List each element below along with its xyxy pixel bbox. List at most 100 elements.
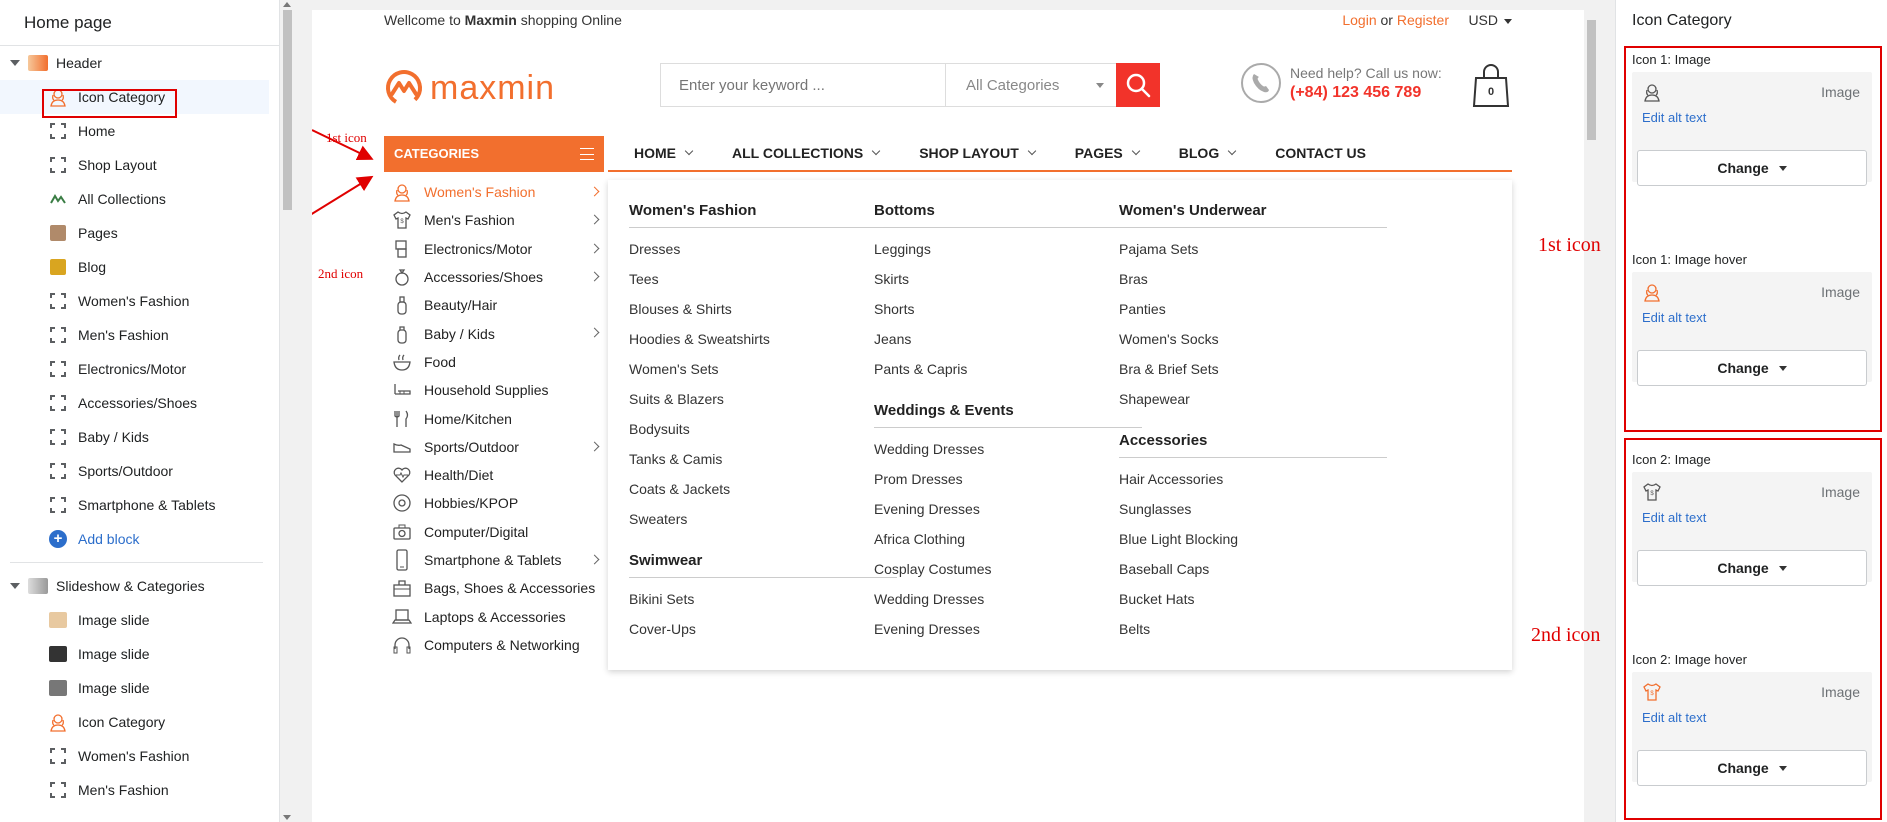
register-link[interactable]: Register bbox=[1397, 12, 1449, 28]
mega-menu-link[interactable]: Cover-Ups bbox=[629, 614, 897, 644]
sidebar-item-women-s-fashion[interactable]: Women's Fashion bbox=[0, 284, 279, 318]
mega-menu-link[interactable]: Evening Dresses bbox=[874, 614, 1142, 644]
mega-menu-link[interactable]: Evening Dresses bbox=[874, 494, 1142, 524]
caret-down-icon[interactable] bbox=[10, 583, 20, 589]
mega-menu-link[interactable]: Dresses bbox=[629, 234, 897, 264]
category-item[interactable]: Household Supplies bbox=[384, 376, 608, 404]
mega-menu-heading[interactable]: Women's Underwear bbox=[1119, 202, 1387, 228]
edit-alt-text-link[interactable]: Edit alt text bbox=[1642, 110, 1706, 125]
mega-menu-link[interactable]: Panties bbox=[1119, 294, 1387, 324]
mega-menu-link[interactable]: Wedding Dresses bbox=[874, 584, 1142, 614]
currency-selector[interactable]: USD bbox=[1468, 12, 1512, 28]
sidebar-item-women-s-fashion[interactable]: Women's Fashion bbox=[0, 739, 279, 773]
mega-menu-link[interactable]: Sunglasses bbox=[1119, 494, 1387, 524]
mega-menu-link[interactable]: Bodysuits bbox=[629, 414, 897, 444]
cart-button[interactable]: 0 bbox=[1470, 62, 1512, 110]
category-item[interactable]: Sports/Outdoor bbox=[384, 433, 608, 461]
category-item[interactable]: Home/Kitchen bbox=[384, 404, 608, 432]
section-slideshow[interactable]: Slideshow & Categories bbox=[0, 569, 279, 603]
mega-menu-link[interactable]: Hoodies & Sweatshirts bbox=[629, 324, 897, 354]
mega-menu-link[interactable]: Prom Dresses bbox=[874, 464, 1142, 494]
mega-menu-link[interactable]: Baseball Caps bbox=[1119, 554, 1387, 584]
mega-menu-link[interactable]: Suits & Blazers bbox=[629, 384, 897, 414]
mega-menu-link[interactable]: Coats & Jackets bbox=[629, 474, 897, 504]
mega-menu-link[interactable]: Skirts bbox=[874, 264, 1142, 294]
category-item[interactable]: Hobbies/KPOP bbox=[384, 489, 608, 517]
sidebar-item-shop-layout[interactable]: Shop Layout bbox=[0, 148, 279, 182]
mega-menu-link[interactable]: Women's Sets bbox=[629, 354, 897, 384]
preview-scrollbar[interactable] bbox=[1584, 10, 1599, 822]
mega-menu-heading[interactable]: Swimwear bbox=[629, 552, 897, 578]
mega-menu-link[interactable]: Blue Light Blocking bbox=[1119, 524, 1387, 554]
mega-menu-link[interactable]: Shorts bbox=[874, 294, 1142, 324]
mega-menu-link[interactable]: Bucket Hats bbox=[1119, 584, 1387, 614]
sidebar-item-image-slide[interactable]: Image slide bbox=[0, 637, 279, 671]
sidebar-item-image-slide[interactable]: Image slide bbox=[0, 603, 279, 637]
mega-menu-link[interactable]: Bra & Brief Sets bbox=[1119, 354, 1387, 384]
mega-menu-link[interactable]: Tanks & Camis bbox=[629, 444, 897, 474]
mega-menu-link[interactable]: Sweaters bbox=[629, 504, 897, 534]
sidebar-item-icon-category[interactable]: Icon Category bbox=[0, 705, 279, 739]
nav-item-shop-layout[interactable]: SHOP LAYOUT bbox=[893, 145, 1049, 161]
sidebar-item-sports-outdoor[interactable]: Sports/Outdoor bbox=[0, 454, 279, 488]
sidebar-item-smartphone-tablets[interactable]: Smartphone & Tablets bbox=[0, 488, 279, 522]
mega-menu-link[interactable]: Pajama Sets bbox=[1119, 234, 1387, 264]
nav-item-contact-us[interactable]: CONTACT US bbox=[1249, 145, 1380, 161]
mega-menu-link[interactable]: Shapewear bbox=[1119, 384, 1387, 414]
mega-menu-heading[interactable]: Accessories bbox=[1119, 432, 1387, 458]
search-category-select[interactable]: All Categories bbox=[946, 64, 1116, 106]
mega-menu-link[interactable]: Bras bbox=[1119, 264, 1387, 294]
sidebar-item-accessories-shoes[interactable]: Accessories/Shoes bbox=[0, 386, 279, 420]
mega-menu-link[interactable]: Bikini Sets bbox=[629, 584, 897, 614]
mega-menu-link[interactable]: Belts bbox=[1119, 614, 1387, 644]
nav-item-pages[interactable]: PAGES bbox=[1049, 145, 1153, 161]
mega-menu-heading[interactable]: Weddings & Events bbox=[874, 402, 1142, 428]
sidebar-item-blog[interactable]: Blog bbox=[0, 250, 279, 284]
sidebar-item-baby-kids[interactable]: Baby / Kids bbox=[0, 420, 279, 454]
mega-menu-link[interactable]: Jeans bbox=[874, 324, 1142, 354]
category-item[interactable]: Smartphone & Tablets bbox=[384, 546, 608, 574]
mega-menu-link[interactable]: Hair Accessories bbox=[1119, 464, 1387, 494]
login-link[interactable]: Login bbox=[1342, 12, 1376, 28]
nav-item-home[interactable]: HOME bbox=[608, 145, 706, 161]
nav-item-all-collections[interactable]: ALL COLLECTIONS bbox=[706, 145, 893, 161]
category-item[interactable]: Food bbox=[384, 348, 608, 376]
caret-down-icon[interactable] bbox=[10, 60, 20, 66]
sidebar-item-men-s-fashion[interactable]: Men's Fashion bbox=[0, 318, 279, 352]
mega-menu-link[interactable]: Women's Socks bbox=[1119, 324, 1387, 354]
edit-alt-text-link[interactable]: Edit alt text bbox=[1642, 710, 1706, 725]
mega-menu-link[interactable]: Wedding Dresses bbox=[874, 434, 1142, 464]
category-item[interactable]: Baby / Kids bbox=[384, 319, 608, 347]
edit-alt-text-link[interactable]: Edit alt text bbox=[1642, 310, 1706, 325]
sidebar-scrollbar[interactable] bbox=[280, 0, 295, 822]
section-header[interactable]: Header bbox=[0, 46, 279, 80]
category-item[interactable]: Laptops & Accessories bbox=[384, 602, 608, 630]
mega-menu-heading[interactable]: Bottoms bbox=[874, 202, 1142, 228]
mega-menu-link[interactable]: Cosplay Costumes bbox=[874, 554, 1142, 584]
category-item[interactable]: Health/Diet bbox=[384, 461, 608, 489]
mega-menu-link[interactable]: Blouses & Shirts bbox=[629, 294, 897, 324]
sidebar-item-men-s-fashion[interactable]: Men's Fashion bbox=[0, 773, 279, 807]
change-image-button[interactable]: Change bbox=[1637, 550, 1867, 586]
mega-menu-link[interactable]: Pants & Capris bbox=[874, 354, 1142, 384]
mega-menu-link[interactable]: Africa Clothing bbox=[874, 524, 1142, 554]
sidebar-item-image-slide[interactable]: Image slide bbox=[0, 671, 279, 705]
sidebar-item-pages[interactable]: Pages bbox=[0, 216, 279, 250]
category-item[interactable]: Computer/Digital bbox=[384, 518, 608, 546]
mega-menu-link[interactable]: Tees bbox=[629, 264, 897, 294]
sidebar-item-electronics-motor[interactable]: Electronics/Motor bbox=[0, 352, 279, 386]
search-input[interactable] bbox=[661, 64, 946, 106]
change-image-button[interactable]: Change bbox=[1637, 750, 1867, 786]
category-item[interactable]: Beauty/Hair bbox=[384, 291, 608, 319]
add-block-button[interactable]: + Add block bbox=[0, 522, 279, 556]
mega-menu-heading[interactable]: Women's Fashion bbox=[629, 202, 897, 228]
category-item[interactable]: Bags, Shoes & Accessories bbox=[384, 574, 608, 602]
sidebar-item-home[interactable]: Home bbox=[0, 114, 279, 148]
category-item[interactable]: Computers & Networking bbox=[384, 631, 608, 659]
change-image-button[interactable]: Change bbox=[1637, 150, 1867, 186]
search-button[interactable] bbox=[1116, 63, 1160, 107]
change-image-button[interactable]: Change bbox=[1637, 350, 1867, 386]
mega-menu-link[interactable]: Leggings bbox=[874, 234, 1142, 264]
sidebar-item-all-collections[interactable]: All Collections bbox=[0, 182, 279, 216]
nav-item-blog[interactable]: BLOG bbox=[1153, 145, 1249, 161]
